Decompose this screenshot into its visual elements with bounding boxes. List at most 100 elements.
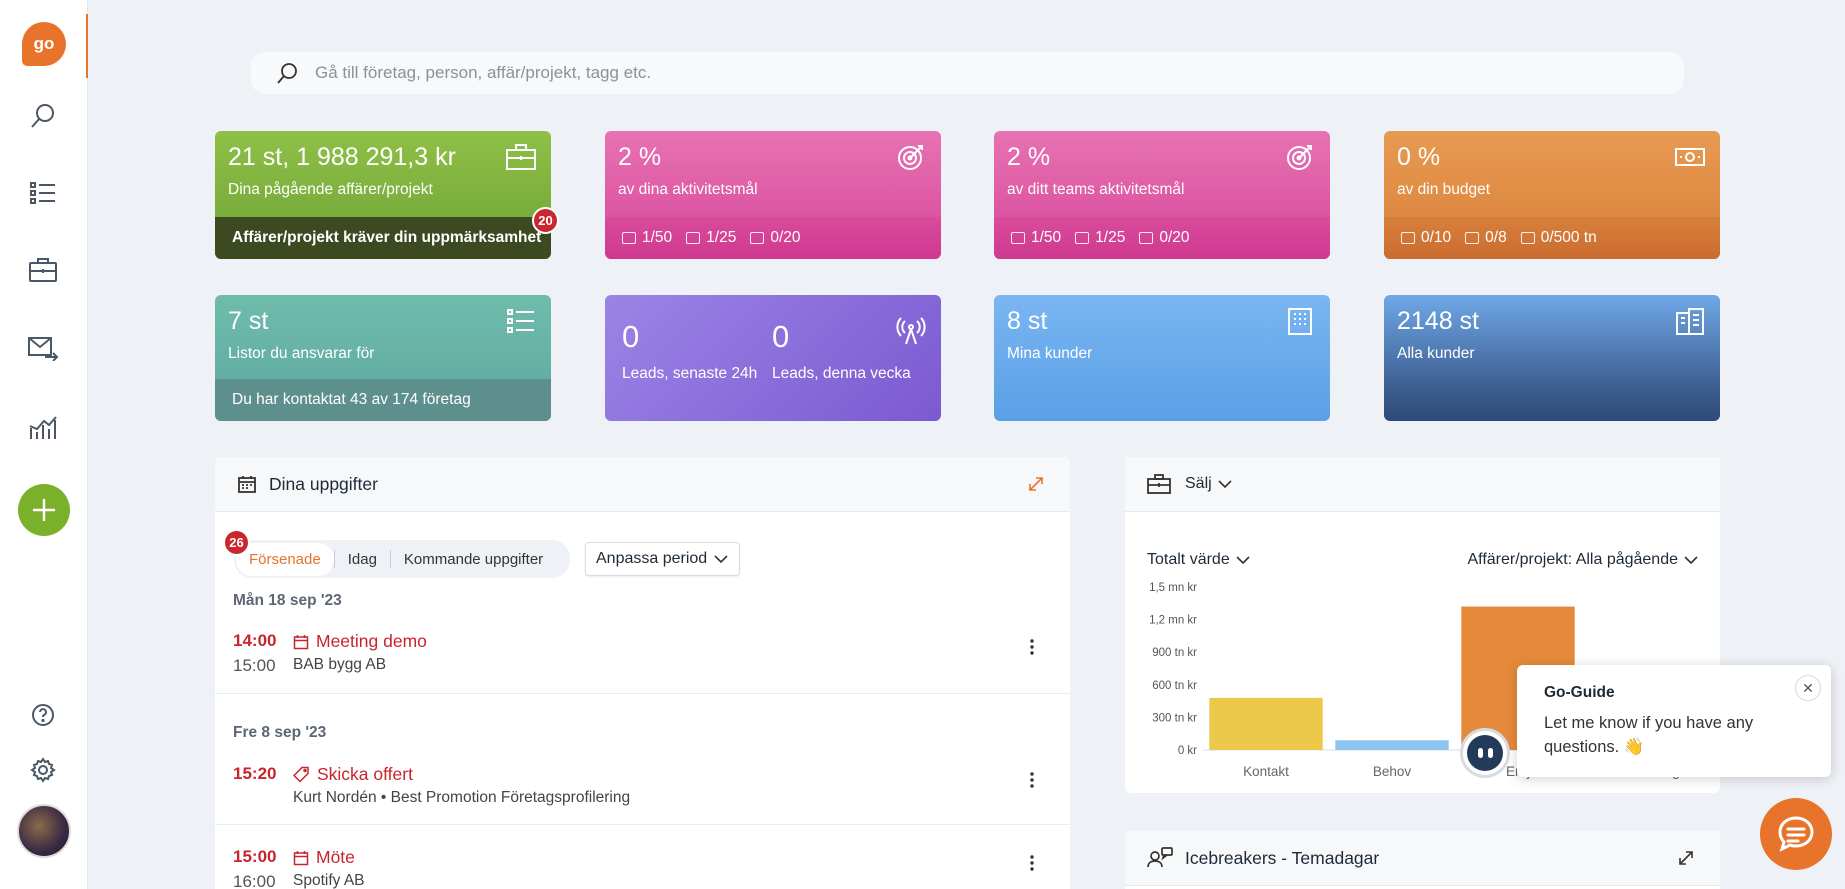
money-icon [1675, 148, 1705, 166]
task-title-link[interactable]: Skicka offert [293, 764, 413, 785]
team-activity-card[interactable]: 2 % av ditt teams aktivitetsmål 1/50 1/2… [994, 131, 1330, 259]
go-logo[interactable]: go [22, 22, 66, 66]
task-company[interactable]: BAB bygg AB [293, 656, 386, 674]
task-contact-company[interactable]: Kurt Nordén • Best Promotion Företagspro… [293, 789, 630, 807]
task-date-heading: Fre 8 sep '23 [233, 724, 327, 741]
user-avatar[interactable] [17, 804, 71, 858]
task-title-link[interactable]: Meeting demo [293, 631, 427, 652]
help-icon[interactable] [26, 698, 60, 732]
calls-icon [622, 232, 636, 244]
sales-header: Sälj [1125, 457, 1720, 512]
chat-button[interactable] [1760, 798, 1832, 870]
tasks-header: Dina uppgifter [215, 457, 1070, 512]
lists-card[interactable]: 7 st Listor du ansvarar för Du har konta… [215, 295, 551, 421]
footsteps-icon [1139, 232, 1154, 244]
tab-upcoming[interactable]: Kommande uppgifter [391, 551, 556, 568]
more-options-icon[interactable] [1029, 637, 1035, 657]
list-icon[interactable] [26, 176, 60, 210]
task-title: Meeting demo [316, 631, 427, 651]
handshake-icon [1465, 232, 1480, 244]
expand-icon[interactable] [1678, 850, 1694, 866]
team-activity-percent: 2 % [1007, 143, 1051, 171]
my-customers-card[interactable]: 8 st Mina kunder [994, 295, 1330, 421]
deal-filter-dropdown[interactable]: Affärer/projekt: Alla pågående [1467, 551, 1698, 569]
task-title: Skicka offert [317, 764, 413, 784]
all-customers-card[interactable]: 2148 st Alla kunder [1384, 295, 1720, 421]
deals-attention-link[interactable]: Affärer/projekt kräver din uppmärksamhet [215, 217, 551, 259]
close-icon[interactable]: ✕ [1795, 675, 1821, 701]
search-icon [277, 63, 297, 84]
task-title: Möte [316, 847, 355, 867]
budget-card[interactable]: 0 % av din budget 0/10 0/8 0/500 tn [1384, 131, 1720, 259]
amount-stat: 0/500 tn [1520, 229, 1597, 247]
search-icon[interactable] [26, 99, 60, 133]
tab-today[interactable]: Idag [335, 551, 390, 568]
briefcase-icon [506, 144, 536, 170]
bar-behov[interactable] [1335, 740, 1449, 750]
antenna-icon [896, 317, 926, 345]
team-activity-footer: 1/50 1/25 0/20 [994, 217, 1330, 259]
mail-forward-icon[interactable] [26, 331, 60, 365]
more-options-icon[interactable] [1029, 853, 1035, 873]
y-tick-label: 600 tn kr [1152, 680, 1197, 692]
task-item[interactable]: 14:00 Meeting demo 15:00 BAB bygg AB [233, 631, 1063, 675]
deal-filter-label: Affärer/projekt: Alla pågående [1467, 551, 1678, 568]
calendar-icon [1075, 232, 1090, 244]
money-icon [1520, 232, 1535, 244]
calls-stat: 1/50 [1011, 229, 1061, 247]
chevron-down-icon [1218, 479, 1232, 488]
gear-icon[interactable] [26, 753, 60, 787]
all-customers-label: Alla kunder [1397, 345, 1475, 362]
global-search[interactable] [251, 52, 1684, 94]
sales-view-dropdown[interactable]: Sälj [1185, 475, 1232, 493]
my-activity-card[interactable]: 2 % av dina aktivitetsmål 1/50 1/25 0/20 [605, 131, 941, 259]
sales-view-label: Sälj [1185, 475, 1212, 492]
meetings-value: 1/25 [1095, 229, 1126, 246]
leads-card[interactable]: 0 Leads, senaste 24h 0 Leads, denna veck… [605, 295, 941, 421]
search-input[interactable] [315, 63, 1515, 83]
logo-text: go [33, 34, 55, 53]
task-company[interactable]: Spotify AB [293, 872, 365, 889]
bar-kontakt[interactable] [1209, 697, 1323, 750]
lists-contacted-footer: Du har kontaktat 43 av 174 företag [215, 379, 551, 421]
my-activity-label: av dina aktivitetsmål [618, 181, 758, 198]
briefcase-icon [1401, 232, 1415, 244]
more-options-icon[interactable] [1029, 770, 1035, 790]
tab-overdue[interactable]: Försenade [236, 542, 334, 576]
task-item[interactable]: 15:20 Skicka offert Kurt Nordén • Best P… [233, 764, 1063, 807]
lists-label: Listor du ansvarar för [228, 345, 375, 362]
task-title-link[interactable]: Möte [293, 847, 355, 868]
briefcase-icon[interactable] [26, 253, 60, 287]
calendar-icon [293, 634, 309, 649]
task-item[interactable]: 15:00 Möte 16:00 Spotify AB [233, 847, 1063, 889]
deals-label: Dina pågående affärer/projekt [228, 181, 433, 198]
custom-period-dropdown[interactable]: Anpassa period [585, 542, 741, 576]
deals-card[interactable]: 21 st, 1 988 291,3 kr Dina pågående affä… [215, 131, 551, 259]
calls-value: 1/50 [642, 229, 673, 246]
task-start-time: 14:00 [233, 631, 277, 650]
icebreakers-panel: Icebreakers - Temadagar [1125, 831, 1720, 889]
budget-footer: 0/10 0/8 0/500 tn [1384, 217, 1720, 259]
go-guide-bot-avatar[interactable] [1460, 728, 1510, 778]
my-customers-count: 8 st [1007, 307, 1048, 335]
metric-dropdown[interactable]: Totalt värde [1147, 551, 1250, 569]
task-start-time: 15:00 [233, 847, 277, 866]
deals-count-value: 0/10 [1421, 229, 1452, 246]
chart-icon[interactable] [26, 410, 60, 444]
leads-week-label: Leads, denna vecka [772, 365, 911, 382]
robot-icon [1467, 735, 1503, 771]
go-guide-title: Go-Guide [1544, 684, 1615, 701]
leads-24h-value: 0 [622, 319, 640, 354]
all-customers-count: 2148 st [1397, 307, 1480, 335]
calendar-icon [293, 850, 309, 865]
visits-stat: 0/20 [750, 229, 801, 247]
task-end-time: 15:00 [233, 656, 276, 675]
overdue-count-badge: 26 [223, 529, 250, 556]
metric-label: Totalt värde [1147, 551, 1230, 568]
expand-icon[interactable] [1028, 476, 1044, 492]
add-button[interactable] [18, 484, 70, 536]
x-tick-label: Behov [1373, 764, 1412, 779]
meetings-value: 1/25 [706, 229, 737, 246]
calls-value: 1/50 [1031, 229, 1062, 246]
y-tick-label: 300 tn kr [1152, 712, 1197, 724]
